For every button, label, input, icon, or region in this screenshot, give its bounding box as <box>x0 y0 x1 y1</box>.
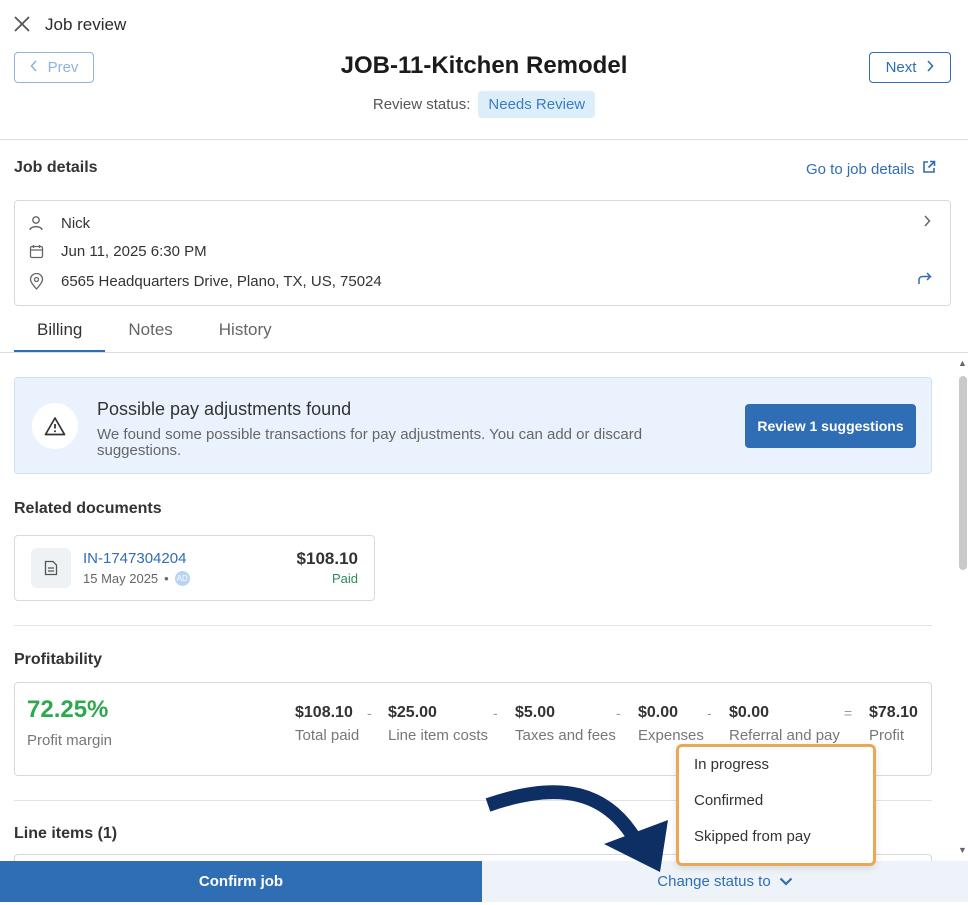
document-icon <box>31 548 71 588</box>
metric-total-paid: $108.10 Total paid <box>295 704 359 744</box>
metric-label: Line item costs <box>388 727 489 744</box>
location-pin-icon <box>27 272 45 290</box>
metric-expenses: $0.00 Expenses <box>638 704 704 744</box>
document-card[interactable]: IN-1747304204 15 May 2025 • AD $108.10 P… <box>14 535 375 601</box>
metric-value: $78.10 <box>869 704 918 721</box>
metric-label: Profit <box>869 727 905 744</box>
document-status: Paid <box>331 571 358 586</box>
metric-label: Taxes and fees <box>515 727 616 744</box>
directions-icon[interactable] <box>917 271 933 290</box>
dialog-title: Job review <box>45 15 127 34</box>
confirm-job-button[interactable]: Confirm job <box>0 861 482 902</box>
calendar-icon <box>27 242 45 260</box>
metric-profit: $78.10 Profit <box>869 704 918 744</box>
profitability-heading: Profitability <box>14 651 103 668</box>
chevron-down-icon <box>779 873 793 890</box>
customer-row: Nick <box>27 214 90 232</box>
scrollbar-thumb[interactable] <box>959 376 967 570</box>
meta-separator: • <box>164 571 169 586</box>
review-status-row: Review status: Needs Review <box>0 91 968 118</box>
status-badge: Needs Review <box>478 91 596 118</box>
profit-margin-value: 72.25% <box>27 696 109 723</box>
metric-referral-pay: $0.00 Referral and pay <box>729 704 840 744</box>
metric-value: $5.00 <box>515 704 556 721</box>
review-status-label: Review status: <box>372 96 471 113</box>
alert-text: We found some possible transactions for … <box>97 426 643 459</box>
tab-notes[interactable]: Notes <box>105 320 195 352</box>
job-address: 6565 Headquarters Drive, Plano, TX, US, … <box>61 272 382 290</box>
section-divider <box>14 625 932 626</box>
operator: = <box>844 705 853 721</box>
scroll-down-icon[interactable]: ▼ <box>958 845 967 855</box>
job-details-heading: Job details <box>14 159 98 176</box>
job-details-card: Nick Jun 11, 2025 6:30 PM 6565 Headquart… <box>14 200 951 306</box>
metric-label: Total paid <box>295 727 360 744</box>
next-button[interactable]: Next <box>869 52 951 83</box>
close-icon[interactable] <box>12 14 32 34</box>
document-amount: $108.10 <box>296 549 358 568</box>
related-documents-heading: Related documents <box>14 500 162 517</box>
metric-value: $0.00 <box>638 704 679 721</box>
address-row: 6565 Headquarters Drive, Plano, TX, US, … <box>27 272 382 290</box>
operator: - <box>493 705 498 721</box>
document-meta: 15 May 2025 • AD <box>83 571 190 586</box>
action-bar: Confirm job Change status to <box>0 861 968 902</box>
review-suggestions-button[interactable]: Review 1 suggestions <box>745 404 916 448</box>
status-option-in-progress[interactable]: In progress <box>694 756 769 773</box>
person-icon <box>27 214 45 232</box>
job-datetime: Jun 11, 2025 6:30 PM <box>61 242 207 260</box>
change-status-label: Change status to <box>657 873 771 890</box>
alert-title: Possible pay adjustments found <box>97 399 352 419</box>
datetime-row: Jun 11, 2025 6:30 PM <box>27 242 207 260</box>
operator: - <box>707 705 712 721</box>
chevron-right-icon[interactable] <box>923 214 931 232</box>
status-dropdown-menu: In progress Confirmed Skipped from pay <box>676 744 876 866</box>
metric-label: Referral and pay <box>729 727 840 744</box>
page-title: JOB-11-Kitchen Remodel <box>340 52 628 79</box>
tab-bar: Billing Notes History <box>14 320 295 352</box>
go-to-job-details-link[interactable]: Go to job details <box>806 160 936 178</box>
operator: - <box>367 705 372 721</box>
metric-value: $25.00 <box>388 704 437 721</box>
review-header: Job review Prev JOB-11-Kitchen Remodel N… <box>0 0 968 140</box>
status-option-confirmed[interactable]: Confirmed <box>694 792 763 809</box>
metric-value: $108.10 <box>295 704 353 721</box>
chevron-right-icon <box>926 59 934 76</box>
tab-history[interactable]: History <box>196 320 295 352</box>
metric-taxes-fees: $5.00 Taxes and fees <box>515 704 616 744</box>
document-date: 15 May 2025 <box>83 571 159 586</box>
operator: - <box>616 705 621 721</box>
metric-label: Expenses <box>638 727 704 744</box>
external-link-icon <box>922 160 936 178</box>
status-option-skipped[interactable]: Skipped from pay <box>694 828 811 845</box>
customer-name: Nick <box>61 214 91 232</box>
profit-margin-label: Profit margin <box>27 732 113 749</box>
pay-adjustment-alert: Possible pay adjustments found We found … <box>14 377 932 474</box>
metric-value: $0.00 <box>729 704 770 721</box>
scroll-up-icon[interactable]: ▲ <box>958 358 967 368</box>
document-number-link[interactable]: IN-1747304204 <box>83 550 186 567</box>
line-items-heading: Line items (1) <box>14 825 118 842</box>
tabs-divider <box>0 352 968 353</box>
change-status-button[interactable]: Change status to <box>482 861 968 902</box>
metric-line-item-costs: $25.00 Line item costs <box>388 704 488 744</box>
tab-billing[interactable]: Billing <box>14 320 106 352</box>
next-label: Next <box>885 59 917 76</box>
goto-link-label: Go to job details <box>806 160 915 178</box>
avatar: AD <box>174 571 190 586</box>
warning-icon <box>32 403 78 449</box>
